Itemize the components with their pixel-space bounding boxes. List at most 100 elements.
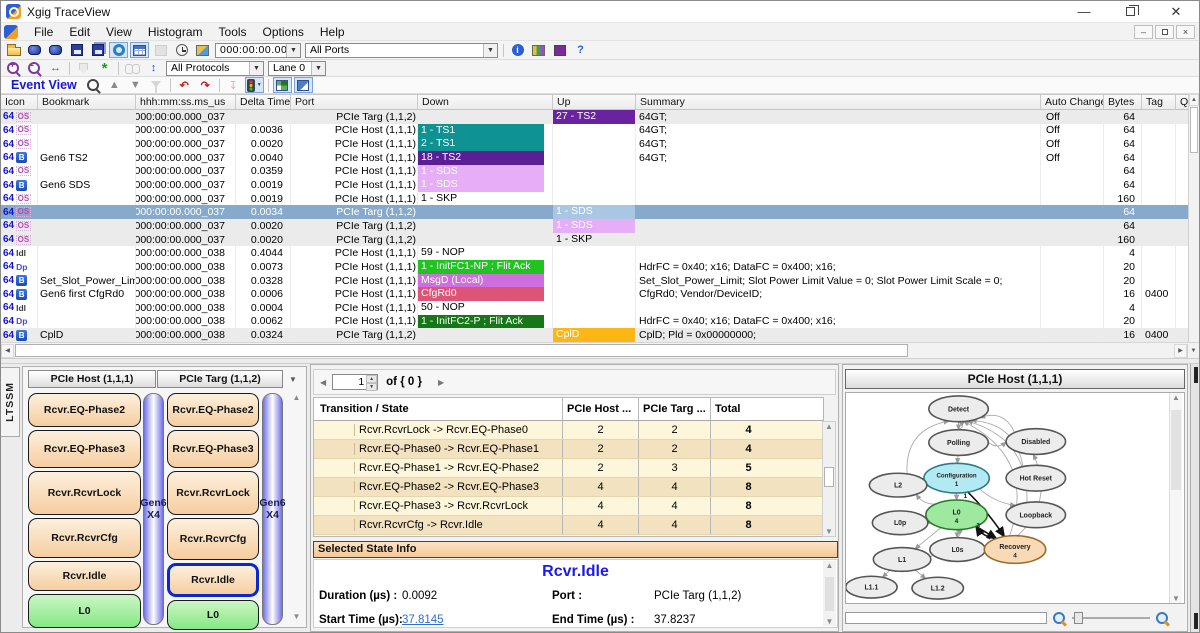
table-row[interactable]: 64OS000:00:00.000_0370.0020PCIe Host (1,… xyxy=(1,137,1190,151)
scroll-down-icon[interactable]: ▼ xyxy=(1170,594,1182,603)
packet-bar[interactable]: 1 - SKP xyxy=(553,233,635,247)
table-row[interactable]: 64Dp000:00:00.000_0380.0062PCIe Host (1,… xyxy=(1,315,1190,329)
ltssm-state-targ-rcvr-rcvrlock[interactable]: Rcvr.RcvrLock xyxy=(167,471,259,515)
column-header-tag[interactable]: Tag xyxy=(1142,95,1176,109)
packet-bar[interactable]: 1 - SDS xyxy=(553,205,635,219)
packet-bar[interactable]: CplD xyxy=(553,328,635,342)
ltssm-state-targ-l0[interactable]: L0 xyxy=(167,600,259,630)
traffic-filter-icon[interactable]: ▼ xyxy=(245,77,264,93)
state-node-l1-1[interactable]: L1.1 xyxy=(846,576,897,598)
mdi-minimize-button[interactable]: – xyxy=(1134,25,1153,39)
table-row[interactable]: 64OS000:00:00.000_0370.0020PCIe Targ (1,… xyxy=(1,233,1190,247)
column-tc3[interactable]: PCIe Targ ... xyxy=(638,398,710,420)
mdi-close-button[interactable]: × xyxy=(1176,25,1195,39)
diagram-header[interactable]: PCIe Host (1,1,1) xyxy=(845,369,1185,389)
event-table-vscrollbar[interactable]: ▲ xyxy=(1188,94,1199,342)
recent-trace-icon[interactable] xyxy=(25,42,44,58)
time-combo[interactable]: 000:00:00.000 037 ▼ xyxy=(215,43,301,58)
chevron-down-icon[interactable]: ▼ xyxy=(286,44,300,57)
vscroll-thumb[interactable] xyxy=(1190,107,1198,153)
diagram-vscrollbar[interactable]: ▲ ▼ xyxy=(1169,393,1182,603)
goto-icon[interactable]: ↧ xyxy=(224,77,243,93)
grid-view-icon[interactable] xyxy=(130,42,149,58)
marker-icon[interactable]: * xyxy=(95,60,114,76)
start-time-link[interactable]: 37.8145 xyxy=(402,614,444,626)
column-header-summary[interactable]: Summary xyxy=(636,95,1041,109)
scroll-down-icon[interactable]: ▼ xyxy=(1187,344,1199,358)
menu-file[interactable]: File xyxy=(26,24,61,40)
menu-options[interactable]: Options xyxy=(255,24,312,40)
capture-icon[interactable] xyxy=(109,42,128,58)
search-binoculars-icon[interactable] xyxy=(123,60,142,76)
diagram-hscrollbar[interactable] xyxy=(845,612,1047,624)
transition-row[interactable]: Rcvr.EQ-Phase0 -> Rcvr.EQ-Phase1224 xyxy=(314,440,823,459)
packet-bar[interactable]: 1 - InitFC2-P ; Flit Ack xyxy=(418,315,544,329)
timer-icon[interactable] xyxy=(172,42,191,58)
state-node-detect[interactable]: Detect xyxy=(929,396,988,422)
state-node-recovery[interactable]: Recovery4 xyxy=(984,536,1045,564)
packet-bar[interactable]: MsgD (Local) xyxy=(418,274,544,288)
state-node-hot-reset[interactable]: Hot Reset xyxy=(1006,465,1065,491)
ltssm-state-host-rcvr-idle[interactable]: Rcvr.Idle xyxy=(28,561,141,591)
jump-forward-icon[interactable]: ↷ xyxy=(196,77,215,93)
column-header-up[interactable]: Up xyxy=(553,95,636,109)
sync-icon[interactable]: ↕ xyxy=(144,60,163,76)
zoom-slider-thumb[interactable] xyxy=(1074,612,1083,624)
ltssm-state-host-l0[interactable]: L0 xyxy=(28,594,141,628)
scroll-thumb[interactable] xyxy=(1171,410,1181,490)
column-header-port[interactable]: Port xyxy=(291,95,418,109)
help-icon[interactable]: ? xyxy=(571,42,590,58)
zoom-in-icon[interactable] xyxy=(1154,611,1171,626)
scroll-up-icon[interactable]: ▲ xyxy=(1189,94,1199,106)
spin-down-icon[interactable]: ▼ xyxy=(366,383,377,391)
zoom-slider[interactable] xyxy=(1072,612,1150,624)
column-tc2[interactable]: PCIe Host ... xyxy=(562,398,638,420)
column-header-icon[interactable]: Icon xyxy=(1,95,38,109)
chevron-down-icon[interactable]: ▼ xyxy=(249,62,263,75)
ltssm-collapse-icon[interactable]: ▼ xyxy=(287,373,299,385)
ltssm-state-host-rcvr-rcvrcfg[interactable]: Rcvr.RcvrCfg xyxy=(28,518,141,558)
column-header-bookmark[interactable]: Bookmark xyxy=(38,95,136,109)
packet-bar[interactable]: 59 - NOP xyxy=(418,246,552,260)
filter-icon[interactable] xyxy=(147,77,166,93)
column-header-auto-change[interactable]: Auto Change xyxy=(1041,95,1104,109)
table-row[interactable]: 64OS000:00:00.000_0370.0020PCIe Targ (1,… xyxy=(1,219,1190,233)
scroll-right-icon[interactable]: ▶ xyxy=(1174,344,1187,358)
state-node-l0p[interactable]: L0p xyxy=(872,511,927,535)
info-icon[interactable]: i xyxy=(508,42,527,58)
chevron-down-icon[interactable]: ▼ xyxy=(257,82,262,88)
protocols-combo[interactable]: All Protocols ▼ xyxy=(166,61,264,76)
scroll-down-icon[interactable]: ▼ xyxy=(290,612,303,621)
menu-view[interactable]: View xyxy=(98,24,140,40)
menu-edit[interactable]: Edit xyxy=(61,24,98,40)
state-node-l2[interactable]: L2 xyxy=(869,473,926,497)
ltssm-tab[interactable]: LTSSM xyxy=(1,367,20,437)
transition-table-header[interactable]: Transition / StatePCIe Host ...PCIe Targ… xyxy=(314,398,823,421)
menu-help[interactable]: Help xyxy=(312,24,353,40)
close-button[interactable]: ✕ xyxy=(1153,1,1199,22)
prev-event-icon[interactable]: ▲ xyxy=(105,77,124,93)
selected-state-info-header[interactable]: Selected State Info xyxy=(313,541,838,558)
ltssm-state-targ-rcvr-eq-phase2[interactable]: Rcvr.EQ-Phase2 xyxy=(167,393,259,427)
scroll-up-icon[interactable]: ▲ xyxy=(823,561,836,570)
lane-combo[interactable]: Lane 0 ▼ xyxy=(268,61,326,76)
table-row[interactable]: 64Idl000:00:00.000_0380.0004PCIe Host (1… xyxy=(1,301,1190,315)
transition-row[interactable]: Rcvr.EQ-Phase3 -> Rcvr.RcvrLock448 xyxy=(314,497,823,516)
column-header-hhh-mm-ss-ms-us[interactable]: hhh:mm:ss.ms_us xyxy=(136,95,236,109)
menu-tools[interactable]: Tools xyxy=(211,24,255,40)
table-row[interactable]: 64Idl000:00:00.000_0380.4044PCIe Host (1… xyxy=(1,246,1190,260)
state-node-l0s[interactable]: L0s xyxy=(930,538,985,562)
table-row[interactable]: 64BCplD000:00:00.000_0380.0324PCIe Targ … xyxy=(1,328,1190,342)
scroll-down-icon[interactable]: ▼ xyxy=(823,617,836,626)
info-scrollbar[interactable]: ▲ ▼ xyxy=(823,561,836,626)
column-tc4[interactable]: Total xyxy=(710,398,786,420)
transition-row[interactable]: Rcvr.RcvrLock -> Rcvr.EQ-Phase0224 xyxy=(314,421,823,440)
state-node-loopback[interactable]: Loopback xyxy=(1006,502,1065,528)
expert-icon[interactable] xyxy=(550,42,569,58)
state-node-polling[interactable]: Polling xyxy=(929,430,988,456)
transition-row[interactable]: Rcvr.RcvrCfg -> Rcvr.Idle448 xyxy=(314,516,823,535)
scroll-left-icon[interactable]: ◀ xyxy=(1,344,14,358)
ltssm-state-targ-rcvr-rcvrcfg[interactable]: Rcvr.RcvrCfg xyxy=(167,518,259,560)
table-row[interactable]: 64Dp000:00:00.000_0380.0073PCIe Host (1,… xyxy=(1,260,1190,274)
column-header-bytes[interactable]: Bytes xyxy=(1104,95,1142,109)
